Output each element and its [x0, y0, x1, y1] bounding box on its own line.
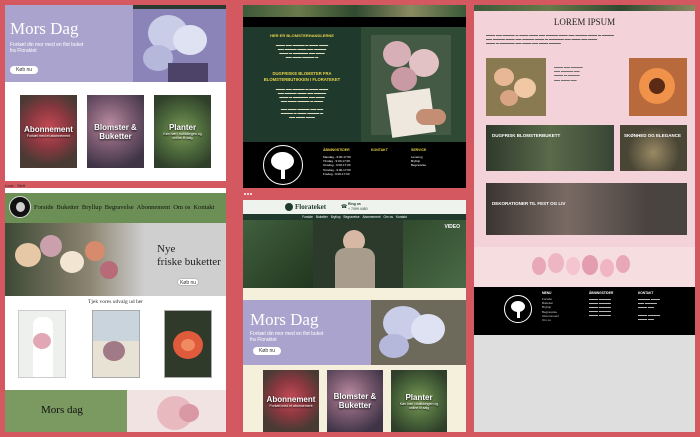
subheading: DUGFRISKE BLOMSTER FRA BLOMSTERBUTIKKEN … [263, 71, 341, 82]
site-header: Florateket ☎ Ring os + 7099 4480 [243, 200, 466, 214]
nav-kontakt[interactable]: Kontakt [193, 204, 214, 211]
card-dekorationer[interactable]: DEKORATIONER TIL FEST OG LIV [486, 183, 687, 235]
tile-title: Planter [405, 392, 433, 402]
empty-canvas-area [474, 335, 695, 432]
roses-image [486, 58, 546, 116]
hero-buy-button[interactable]: Køb nu [10, 66, 38, 74]
card-title: DUGFRISK BLOMSTERBUKETT [492, 133, 561, 138]
hero-title: Mors Dag [250, 310, 319, 329]
logo-badge[interactable] [9, 196, 31, 218]
footer-col-contact-title: KONTAKT [371, 148, 388, 152]
top-video-strip [133, 5, 226, 9]
tile-planter[interactable]: Planter Køn hæl i butikkingen og online … [154, 95, 211, 168]
tile-title: Blomster & Buketter [333, 392, 377, 410]
nav-bar: Forside Buketter Bryllup Begravelse Abon… [5, 193, 226, 223]
tile-title: Abonnement [24, 125, 73, 134]
product-image-2[interactable] [92, 310, 140, 378]
footer-service: Levering Bryllup Begravelse [411, 155, 427, 168]
mockup-panel-mors-dag: Mors Dag Forkæl din mor med en flot buke… [5, 5, 226, 181]
footer: MENU Forside Buketter Bryllup Begravelse… [474, 287, 695, 335]
footer-col-contact-title: KONTAKT [638, 291, 654, 295]
video-label: VIDEO [444, 224, 460, 230]
footer-hours: Mandag - 9:00-17:00 Tirsdag - 9:00-17:00… [323, 155, 351, 176]
nav-buketter[interactable]: Buketter [57, 204, 79, 211]
hero-title: Mors Dag [10, 19, 79, 38]
tile-planter[interactable]: Planter Køn hæl i butikkingen og online … [391, 370, 447, 432]
hero-buy-button[interactable]: Køb nu [177, 278, 199, 286]
hero-banner: Mors Dag Forkæl din mor med en flot buke… [5, 5, 226, 82]
florist-bouquet-image [361, 27, 466, 142]
gerbera-image [629, 58, 687, 116]
page-title: LOREM IPSUM [553, 17, 616, 27]
tile-blomster[interactable]: Blomster & Buketter [327, 370, 383, 432]
bottom-title: Mors dag [41, 404, 83, 416]
panel-dots [244, 193, 254, 196]
hero-buy-button[interactable]: Køb nu [253, 347, 281, 355]
top-image-strip [474, 5, 695, 11]
hero-title-line2: friske buketter [157, 256, 221, 268]
tree-logo-icon [263, 145, 303, 185]
nav-forside[interactable]: Forside [34, 204, 54, 211]
card-skonhed[interactable]: SKØNHED OG ELEGANCE [620, 125, 687, 171]
bouquet-hero-image: Nye friske buketter Køb nu [5, 223, 226, 296]
nav-links: Forside Buketter Bryllup Begravelse Abon… [34, 204, 214, 211]
tile-title: Blomster & Buketter [94, 122, 137, 141]
footer-col-hours-title: ÅBNINGSTIDER [323, 148, 350, 152]
tile-subtitle: Køn hæl i butikkingen og online til salg [163, 132, 202, 140]
tile-subtitle: Forkæl med et abonnement [27, 134, 70, 138]
tile-blomster[interactable]: Blomster & Buketter [87, 95, 144, 168]
nav-begravelse[interactable]: Begravelse [105, 204, 134, 211]
card-dugfrisk[interactable]: DUGFRISK BLOMSTERBUKETT [486, 125, 614, 171]
video-hero-florist[interactable]: VIDEO [243, 220, 466, 288]
hero-title-line1: Nye [157, 243, 176, 255]
footer-menu: Forside Buketter Bryllup Begravelse Abon… [542, 297, 560, 323]
tile-abonnement[interactable]: Abonnement Forkæl med et abonnement [20, 95, 77, 168]
mockup-panel-lorem-ipsum: LOREM IPSUM ▬▬▬ ▬▬ ▬▬▬▬ ▬ ▬▬▬ ▬▬▬ ▬▬ ▬▬▬… [474, 5, 695, 335]
hydrangea-bouquet-image [133, 5, 226, 82]
mors-dag-bouquet-image [127, 390, 226, 432]
header-title: HER ER BLOMSTERHANDLERNE [270, 33, 334, 38]
hero-banner: Mors Dag Forkæl din mor med en flot buke… [243, 300, 466, 365]
nav-abonnement[interactable]: Abonnement [137, 204, 171, 211]
tree-logo-icon [504, 295, 532, 323]
info-column: HER ER BLOMSTERHANDLERNE ▬▬▬ ▬▬ ▬▬▬▬ ▬ ▬… [243, 27, 361, 142]
nav-om-os[interactable]: Om os [173, 204, 190, 211]
mockup-panel-nye-buketter: Forside Buketter Bryllup Begravelse Abon… [5, 188, 226, 432]
footer-col-menu-title: MENU [542, 291, 552, 295]
footer-col-hours-title: ÅBNINGSTIDER [589, 291, 614, 295]
hero-subtitle: Forkæl din mor med en flot buket fra Flo… [250, 331, 324, 343]
tile-abonnement[interactable]: Abonnement Forkæl med et abonnement [263, 370, 319, 432]
phone-icon: ☎ [341, 204, 348, 210]
top-image-strip [243, 5, 466, 17]
intro-text: ▬▬▬ ▬▬ ▬▬▬▬ ▬ ▬▬▬ ▬▬▬ ▬▬ ▬▬▬▬ ▬▬▬ ▬▬ ▬▬▬… [486, 33, 614, 46]
nav-bryllup[interactable]: Bryllup [82, 204, 102, 211]
mockup-panel-blomsterhandler: HER ER BLOMSTERHANDLERNE ▬▬▬ ▬▬ ▬▬▬▬ ▬ ▬… [243, 5, 466, 188]
hero-subtitle: Forkæl din mor med en flot buket fra Flo… [10, 42, 84, 54]
pink-tulips-image [474, 247, 695, 287]
text-column: ▬▬▬ ▬▬ ▬▬▬▬ ▬▬ ▬▬▬▬ ▬▬ ▬▬▬ ▬ ▬▬▬▬ ▬▬ ▬▬▬ ▬▬ [554, 65, 583, 82]
card-title: DEKORATIONER TIL FEST OG LIV [492, 201, 566, 206]
footer: ÅBNINGSTIDER Mandag - 9:00-17:00 Tirsdag… [243, 142, 466, 188]
tile-title: Abonnement [266, 394, 316, 404]
tile-subtitle: Køn hæl i butikkingen og online til salg [399, 401, 439, 410]
logo-icon [285, 203, 293, 211]
bottom-banner: Mors dag [5, 390, 226, 432]
tile-subtitle: Forkæl med et abonnement [269, 403, 313, 408]
footer-col-service-title: SERVICE [411, 148, 427, 152]
section-title: Tjek vores udvalg ud her [88, 299, 143, 305]
hydrangea-bouquet-image [371, 300, 466, 365]
mockup-panel-florateket: Florateket ☎ Ring os + 7099 4480 Forside… [243, 200, 466, 432]
brand-name[interactable]: Florateket [295, 203, 326, 211]
phone-label: Ring os [348, 202, 361, 206]
card-title: SKØNHED OG ELEGANCE [624, 133, 682, 138]
product-image-1[interactable] [18, 310, 66, 378]
phone-number[interactable]: + 7099 4480 [348, 207, 368, 211]
tile-title: Planter [168, 123, 197, 132]
product-image-3[interactable] [164, 310, 212, 378]
